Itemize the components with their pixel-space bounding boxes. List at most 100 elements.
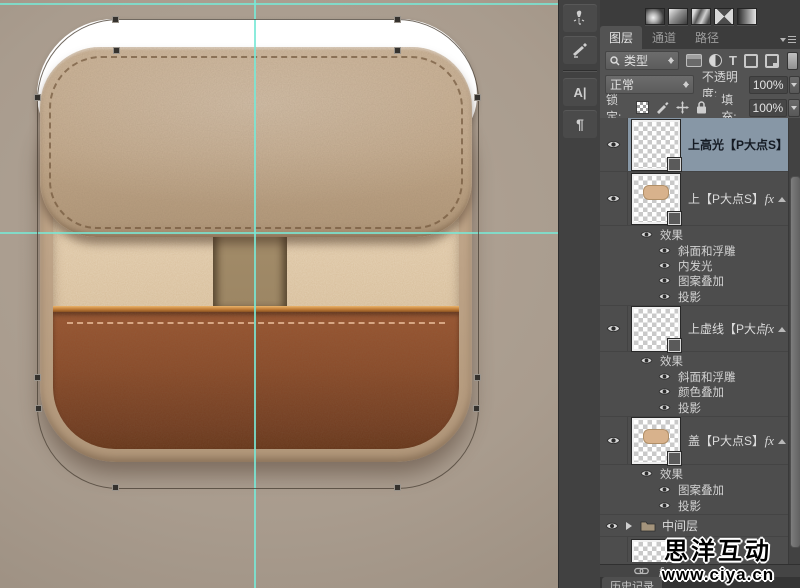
layer-row[interactable]: 上高光【P大点S】 <box>600 118 800 172</box>
filter-image-icon[interactable] <box>686 54 702 67</box>
path-anchor[interactable] <box>113 47 120 54</box>
layer-row[interactable]: 上【P大点S】 fx <box>600 172 800 226</box>
tab-layers[interactable]: 图层 <box>600 26 642 49</box>
guide-horizontal-mid[interactable] <box>0 232 558 234</box>
effect-row[interactable]: 投影 <box>600 497 800 515</box>
eye-icon[interactable] <box>658 501 671 510</box>
path-anchor[interactable] <box>34 94 41 101</box>
eye-icon[interactable] <box>658 387 671 396</box>
visibility-toggle[interactable] <box>600 417 628 464</box>
filter-adjustment-icon[interactable] <box>709 54 722 67</box>
collapse-effects-chevron[interactable] <box>778 323 786 332</box>
visibility-toggle[interactable] <box>600 172 628 225</box>
path-anchor[interactable] <box>394 16 401 23</box>
diamond-gradient-icon[interactable] <box>714 8 734 25</box>
visibility-toggle[interactable] <box>600 118 628 171</box>
path-anchor[interactable] <box>394 484 401 491</box>
effect-row[interactable]: 投影 <box>600 288 800 306</box>
canvas[interactable] <box>0 0 558 588</box>
filter-kind-dropdown[interactable]: 类型 <box>605 51 679 70</box>
filter-toggle-switch[interactable] <box>787 52 798 70</box>
eye-icon[interactable] <box>658 485 671 494</box>
layer-name[interactable]: 上高光【P大点S】 <box>688 136 800 153</box>
guide-vertical[interactable] <box>254 0 256 588</box>
effects-header-row[interactable]: 效果 <box>600 352 800 369</box>
effect-row[interactable]: 颜色叠加 <box>600 384 800 399</box>
eye-icon[interactable] <box>658 372 671 381</box>
path-anchor[interactable] <box>112 16 119 23</box>
lock-image-pixels-icon[interactable] <box>656 101 669 114</box>
effect-row[interactable]: 内发光 <box>600 258 800 273</box>
visibility-toggle[interactable] <box>600 515 624 536</box>
eye-icon[interactable] <box>640 230 653 239</box>
eye-icon[interactable] <box>658 246 671 255</box>
layer-thumbnail[interactable] <box>632 120 680 170</box>
path-anchor[interactable] <box>34 374 41 381</box>
eye-icon[interactable] <box>640 469 653 478</box>
filter-shape-icon[interactable] <box>744 54 758 68</box>
effect-row[interactable]: 图案叠加 <box>600 482 800 497</box>
fill-value[interactable]: 100% <box>749 99 788 117</box>
eye-icon <box>606 139 621 150</box>
layer-thumbnail[interactable] <box>632 418 680 464</box>
path-anchor[interactable] <box>112 484 119 491</box>
angle-gradient-icon[interactable] <box>691 8 711 25</box>
opacity-dropdown-button[interactable] <box>789 76 800 94</box>
radial-gradient-icon[interactable] <box>645 8 665 25</box>
filter-smart-object-icon[interactable] <box>765 54 779 68</box>
effect-row[interactable]: 图案叠加 <box>600 273 800 288</box>
character-panel-icon[interactable]: A| <box>563 78 597 106</box>
path-anchor[interactable] <box>394 47 401 54</box>
layer-name[interactable]: 上【P大点S】 <box>688 190 765 207</box>
eye-icon <box>605 521 619 531</box>
eye-icon[interactable] <box>658 292 671 301</box>
effects-header-row[interactable]: 效果 <box>600 465 800 482</box>
path-anchor[interactable] <box>474 374 481 381</box>
layer-row[interactable]: 盖【P大点S】 fx <box>600 417 800 465</box>
collapse-effects-chevron[interactable] <box>778 435 786 444</box>
collapse-effects-chevron[interactable] <box>778 193 786 202</box>
path-anchor[interactable] <box>35 405 42 412</box>
layer-name[interactable]: 盖【P大点S】 <box>688 432 765 449</box>
linear-gradient-icon[interactable] <box>668 8 688 25</box>
visibility-toggle[interactable] <box>600 306 628 351</box>
paragraph-panel-icon[interactable]: ¶ <box>563 110 597 138</box>
eye-icon[interactable] <box>658 276 671 285</box>
path-anchor[interactable] <box>473 405 480 412</box>
tab-channels[interactable]: 通道 <box>643 26 685 49</box>
effect-row[interactable]: 斜面和浮雕 <box>600 243 800 258</box>
brush-icon[interactable] <box>563 36 597 64</box>
eye-icon[interactable] <box>658 403 671 412</box>
lock-position-icon[interactable] <box>676 101 689 114</box>
effects-header-row[interactable]: 效果 <box>600 226 800 243</box>
path-anchor[interactable] <box>474 94 481 101</box>
expand-group-triangle[interactable] <box>626 522 636 530</box>
effect-row[interactable]: 投影 <box>600 399 800 417</box>
layer-thumbnail[interactable] <box>632 307 680 351</box>
panel-menu-icon[interactable] <box>780 35 796 45</box>
brush-presets-icon[interactable] <box>563 4 597 32</box>
layer-style-fx[interactable]: fx <box>765 433 774 449</box>
tab-paths[interactable]: 路径 <box>686 26 728 49</box>
lock-transparent-pixels-icon[interactable] <box>636 101 649 114</box>
guide-horizontal-top[interactable] <box>0 3 558 5</box>
fill-dropdown-button[interactable] <box>788 99 800 117</box>
lock-all-icon[interactable] <box>696 101 707 114</box>
visibility-toggle[interactable] <box>600 537 628 562</box>
eye-icon[interactable] <box>640 356 653 365</box>
smooth-gradient-icon[interactable] <box>737 8 757 25</box>
group-row[interactable]: 中间层 <box>600 515 800 537</box>
scrollbar-thumb[interactable] <box>790 176 800 548</box>
layer-style-fx[interactable]: fx <box>765 191 774 207</box>
search-icon <box>610 56 620 66</box>
layer-row[interactable]: 上虚线【P大点... fx <box>600 306 800 352</box>
layers-scrollbar[interactable] <box>788 118 800 564</box>
layer-thumbnail[interactable] <box>632 174 680 224</box>
eye-icon[interactable] <box>658 261 671 270</box>
opacity-value[interactable]: 100% <box>749 76 788 94</box>
effect-row[interactable]: 斜面和浮雕 <box>600 369 800 384</box>
layer-name[interactable]: 上虚线【P大点... <box>688 320 765 337</box>
layer-style-fx[interactable]: fx <box>765 321 774 337</box>
filter-type-icon[interactable]: T <box>729 53 737 68</box>
group-name[interactable]: 中间层 <box>662 517 800 534</box>
